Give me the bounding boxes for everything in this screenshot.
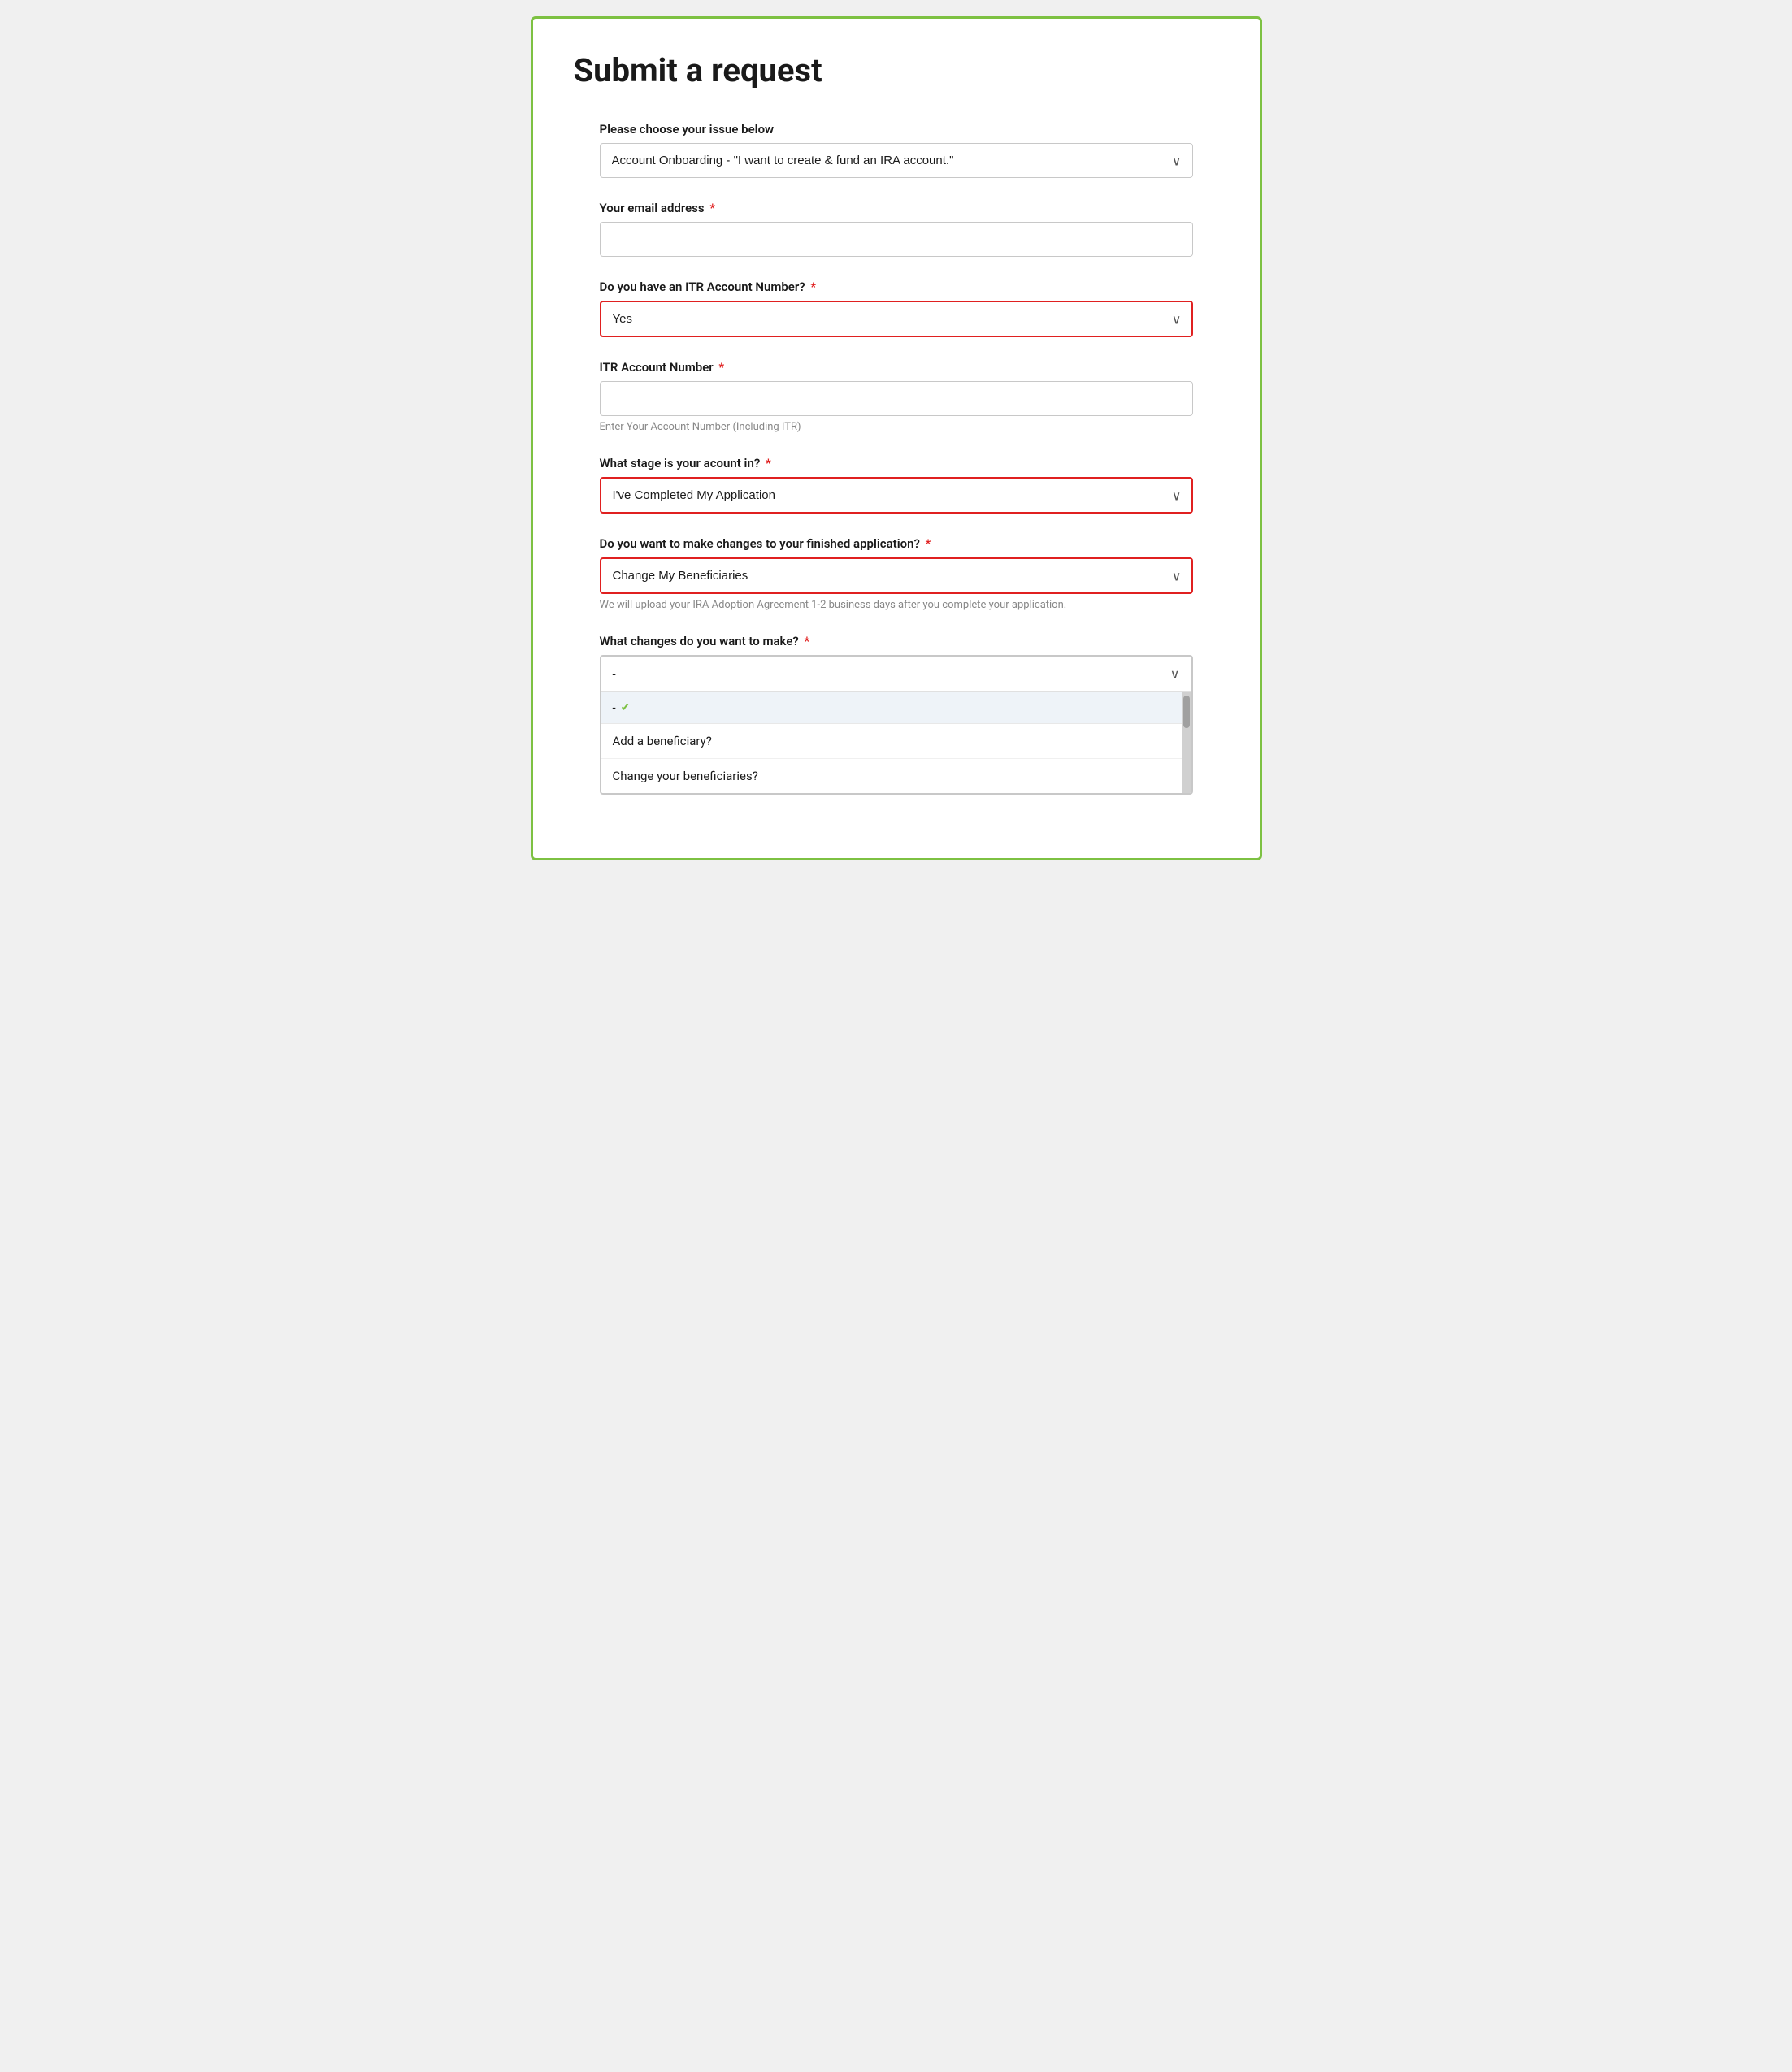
dropdown-current-value: - bbox=[613, 667, 616, 682]
itr-account-label: Do you have an ITR Account Number? * bbox=[600, 280, 1193, 294]
stage-required: * bbox=[766, 456, 771, 470]
account-number-required: * bbox=[718, 360, 724, 375]
issue-label: Please choose your issue below bbox=[600, 122, 1193, 137]
dropdown-scroll-area: - ✔ Add a beneficiary? Change your benef… bbox=[601, 692, 1182, 793]
changes-label: Do you want to make changes to your fini… bbox=[600, 536, 1193, 551]
stage-label: What stage is your acount in? * bbox=[600, 456, 1193, 470]
what-changes-label: What changes do you want to make? * bbox=[600, 634, 1193, 648]
itr-account-select-wrapper[interactable]: Yes bbox=[600, 301, 1193, 337]
stage-select[interactable]: I've Completed My Application bbox=[600, 477, 1193, 514]
itr-account-group: Do you have an ITR Account Number? * Yes bbox=[600, 280, 1193, 337]
dropdown-selected-dash: - bbox=[613, 700, 616, 715]
issue-select[interactable]: Account Onboarding - "I want to create &… bbox=[600, 143, 1193, 178]
scrollbar-track[interactable] bbox=[1182, 692, 1191, 793]
upload-note: We will upload your IRA Adoption Agreeme… bbox=[600, 599, 1193, 611]
changes-select-wrapper[interactable]: Change My Beneficiaries bbox=[600, 557, 1193, 594]
account-number-label: ITR Account Number * bbox=[600, 360, 1193, 375]
what-changes-dropdown[interactable]: - ∨ - ✔ Add a bbox=[600, 655, 1193, 795]
dropdown-list: - ✔ Add a beneficiary? Change your benef… bbox=[601, 692, 1191, 793]
dropdown-item-1[interactable]: Change your beneficiaries? bbox=[601, 759, 1182, 793]
dropdown-selected-item[interactable]: - ✔ bbox=[601, 692, 1182, 724]
form-section: Please choose your issue below Account O… bbox=[600, 122, 1193, 795]
email-input[interactable] bbox=[600, 222, 1193, 257]
email-group: Your email address * bbox=[600, 201, 1193, 257]
email-label: Your email address * bbox=[600, 201, 1193, 215]
check-icon: ✔ bbox=[621, 701, 631, 714]
dropdown-header[interactable]: - ∨ bbox=[601, 657, 1191, 692]
issue-select-wrapper[interactable]: Account Onboarding - "I want to create &… bbox=[600, 143, 1193, 178]
issue-group: Please choose your issue below Account O… bbox=[600, 122, 1193, 178]
itr-account-required: * bbox=[810, 280, 816, 294]
dropdown-chevron-icon: ∨ bbox=[1170, 666, 1180, 682]
changes-select[interactable]: Change My Beneficiaries bbox=[600, 557, 1193, 594]
scrollbar-thumb[interactable] bbox=[1183, 696, 1190, 728]
what-changes-required: * bbox=[805, 634, 810, 648]
page-wrapper: Submit a request Please choose your issu… bbox=[531, 16, 1262, 860]
stage-select-wrapper[interactable]: I've Completed My Application bbox=[600, 477, 1193, 514]
account-number-group: ITR Account Number * Enter Your Account … bbox=[600, 360, 1193, 433]
changes-required: * bbox=[926, 536, 931, 551]
what-changes-group: What changes do you want to make? * - ∨ … bbox=[600, 634, 1193, 795]
account-number-input[interactable] bbox=[600, 381, 1193, 416]
account-number-hint: Enter Your Account Number (Including ITR… bbox=[600, 421, 1193, 433]
page-title: Submit a request bbox=[574, 51, 1219, 89]
dropdown-item-0[interactable]: Add a beneficiary? bbox=[601, 724, 1182, 759]
changes-group: Do you want to make changes to your fini… bbox=[600, 536, 1193, 611]
email-required: * bbox=[709, 201, 715, 215]
itr-account-select[interactable]: Yes bbox=[600, 301, 1193, 337]
stage-group: What stage is your acount in? * I've Com… bbox=[600, 456, 1193, 514]
